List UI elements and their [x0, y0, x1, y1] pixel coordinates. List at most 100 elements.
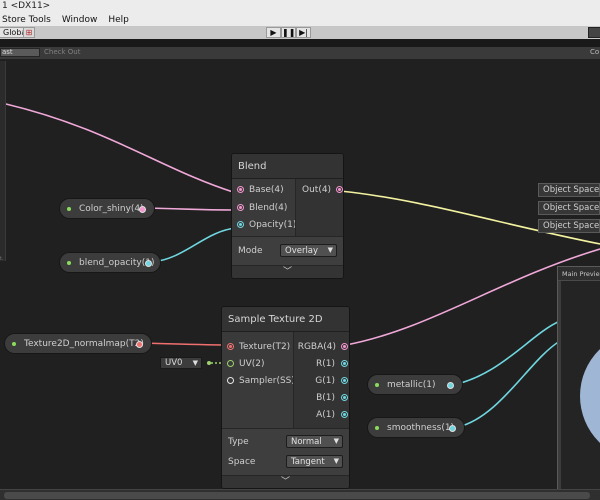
output-port-a[interactable]: A(1) [316, 406, 348, 423]
check-out-button[interactable]: Check Out [44, 48, 80, 56]
property-dot [67, 206, 71, 211]
object-space-button-2[interactable]: Object Space [538, 201, 600, 215]
input-port-base[interactable]: Base(4) [237, 181, 284, 198]
wire-normalmap-to-texture [139, 342, 230, 346]
wire-blend-out [339, 190, 600, 245]
port-circle[interactable] [341, 377, 348, 384]
port-circle[interactable] [227, 343, 234, 350]
wire-color-shiny-to-blend [147, 207, 237, 211]
property-metallic[interactable]: metallic(1) [367, 374, 463, 395]
preview-sphere [580, 331, 600, 461]
type-value: Normal [291, 437, 322, 447]
account-button[interactable] [588, 27, 600, 38]
port-label: Base(4) [249, 184, 284, 195]
output-port[interactable] [449, 425, 456, 432]
output-port-rgba[interactable]: RGBA(4) [298, 338, 348, 355]
menu-window[interactable]: Window [62, 15, 98, 25]
collapse-chevron-icon[interactable]: ﹀ [222, 475, 349, 488]
sample-texture-2d-node[interactable]: Sample Texture 2D Texture(T2) UV(2) Samp… [221, 306, 350, 489]
port-circle[interactable] [237, 186, 244, 193]
step-icon[interactable]: ▶| [296, 27, 311, 38]
main-preview-panel[interactable]: Main Preview [557, 266, 600, 489]
wire-base-input [5, 103, 237, 194]
shader-graph-canvas[interactable]: t. Color_shiny(4) blend_opacity(1) Textu… [0, 59, 600, 489]
preview-edge [558, 281, 561, 489]
chevron-down-icon: ▼ [333, 437, 339, 445]
output-port[interactable] [447, 382, 454, 389]
output-port-g[interactable]: G(1) [315, 372, 348, 389]
preview-viewport[interactable] [558, 281, 600, 489]
node-settings: Mode Overlay ▼ [232, 236, 343, 265]
property-dot [375, 425, 379, 430]
property-label: Texture2D_normalmap(T2) [24, 338, 144, 349]
port-circle[interactable] [341, 343, 348, 350]
port-label: Texture(T2) [239, 341, 291, 352]
port-label: B(1) [316, 392, 335, 403]
input-port-blend[interactable]: Blend(4) [237, 199, 287, 216]
property-dot [12, 341, 16, 346]
space-label: Space [228, 457, 256, 467]
pivot-grid-icon[interactable]: ⊞ [23, 27, 35, 38]
chevron-down-icon: ▼ [192, 359, 198, 367]
output-port[interactable] [139, 206, 146, 213]
pause-icon[interactable]: ❚❚ [281, 27, 296, 38]
chevron-down-icon: ▼ [327, 246, 333, 254]
output-port-out[interactable]: Out(4) [302, 181, 343, 198]
mode-value: Overlay [285, 246, 319, 256]
output-port-b[interactable]: B(1) [316, 389, 348, 406]
input-port-opacity[interactable]: Opacity(1) [237, 216, 296, 233]
type-label: Type [228, 437, 249, 447]
port-circle[interactable] [237, 204, 244, 211]
wire-smoothness [457, 340, 561, 428]
panel-gap [0, 39, 600, 47]
property-smoothness[interactable]: smoothness(1) [367, 417, 465, 438]
output-port[interactable] [145, 260, 152, 267]
color-mode-button[interactable]: Co [590, 48, 599, 56]
output-port[interactable] [136, 341, 143, 348]
node-title: Sample Texture 2D [222, 307, 349, 332]
port-circle[interactable] [227, 377, 234, 384]
space-dropdown[interactable]: Tangent ▼ [286, 455, 343, 468]
input-port-texture[interactable]: Texture(T2) [227, 338, 290, 355]
space-value: Tangent [291, 457, 325, 467]
property-blend-opacity[interactable]: blend_opacity(1) [59, 252, 161, 273]
mode-dropdown[interactable]: Overlay ▼ [280, 244, 337, 257]
property-normalmap[interactable]: Texture2D_normalmap(T2) [4, 333, 152, 354]
port-circle[interactable] [237, 221, 244, 228]
collapse-chevron-icon[interactable]: ﹀ [232, 265, 343, 278]
main-toolbar: Global ⊞ ▶ ❚❚ ▶| [0, 26, 600, 39]
port-circle[interactable] [341, 411, 348, 418]
port-label: Sampler(SS) [239, 375, 295, 386]
port-label: Blend(4) [249, 202, 288, 213]
type-dropdown[interactable]: Normal ▼ [286, 435, 343, 448]
port-circle[interactable] [341, 394, 348, 401]
property-dot [375, 382, 379, 387]
menu-store-tools[interactable]: Store Tools [2, 15, 51, 25]
output-port-r[interactable]: R(1) [316, 355, 348, 372]
menu-bar: Store Tools Window Help [0, 14, 600, 26]
scrollbar-thumb[interactable] [4, 492, 590, 499]
port-label: Out(4) [302, 184, 332, 195]
input-port-sampler[interactable]: Sampler(SS) [227, 372, 295, 389]
menu-help[interactable]: Help [108, 15, 129, 25]
play-icon[interactable]: ▶ [266, 27, 281, 38]
blend-node[interactable]: Blend Base(4) Blend(4) Opacity(1) Out(4)… [231, 153, 344, 279]
object-space-button-3[interactable]: Object Space [538, 219, 600, 233]
graph-toolbar: ast Check Out Co [0, 47, 600, 59]
port-circle[interactable] [336, 186, 343, 193]
wire-opacity [151, 227, 237, 263]
property-label: blend_opacity(1) [79, 257, 155, 268]
port-circle[interactable] [341, 360, 348, 367]
horizontal-scrollbar[interactable] [0, 489, 600, 500]
input-port-uv[interactable]: UV(2) [227, 355, 265, 372]
output-column: RGBA(4) R(1) G(1) B(1) A(1) [293, 332, 349, 428]
object-space-button-1[interactable]: Object Space [538, 183, 600, 197]
master-node-edge[interactable] [0, 61, 6, 261]
property-color-shiny[interactable]: Color_shiny(4) [59, 198, 155, 219]
save-asset-button[interactable]: ast [0, 48, 40, 57]
uv-channel-dropdown[interactable]: UV0 ▼ [160, 357, 202, 369]
property-label: Color_shiny(4) [79, 203, 144, 214]
port-circle[interactable] [227, 360, 234, 367]
chevron-down-icon: ▼ [333, 457, 339, 465]
node-settings: Type Normal ▼ Space Tangent ▼ [222, 428, 349, 475]
